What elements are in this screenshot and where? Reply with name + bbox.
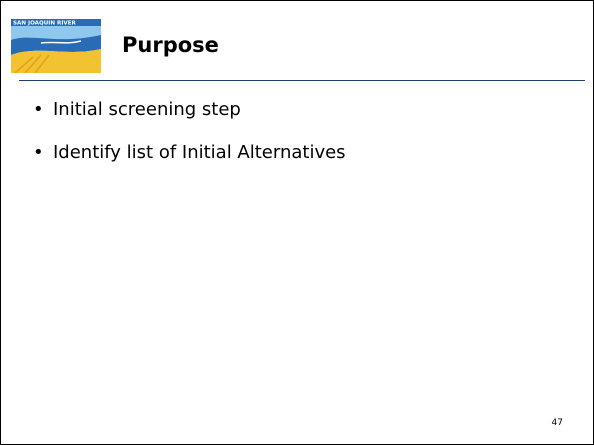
bullet-text: Initial screening step bbox=[53, 99, 241, 120]
bullet-dot-icon: • bbox=[33, 142, 44, 163]
title-divider bbox=[19, 80, 585, 81]
logo-lettering: SAN JOAQUIN RIVER bbox=[13, 21, 77, 27]
bullet-list: • Initial screening step • Identify list… bbox=[33, 98, 346, 184]
slide: SAN JOAQUIN RIVER Purpose • Initial scre… bbox=[0, 0, 594, 445]
bullet-item: • Identify list of Initial Alternatives bbox=[33, 141, 346, 164]
page-number: 47 bbox=[551, 418, 563, 428]
san-joaquin-river-logo: SAN JOAQUIN RIVER bbox=[11, 19, 101, 73]
bullet-dot-icon: • bbox=[33, 99, 44, 120]
bullet-item: • Initial screening step bbox=[33, 98, 346, 121]
bullet-text: Identify list of Initial Alternatives bbox=[53, 142, 346, 163]
slide-title: Purpose bbox=[122, 33, 219, 57]
